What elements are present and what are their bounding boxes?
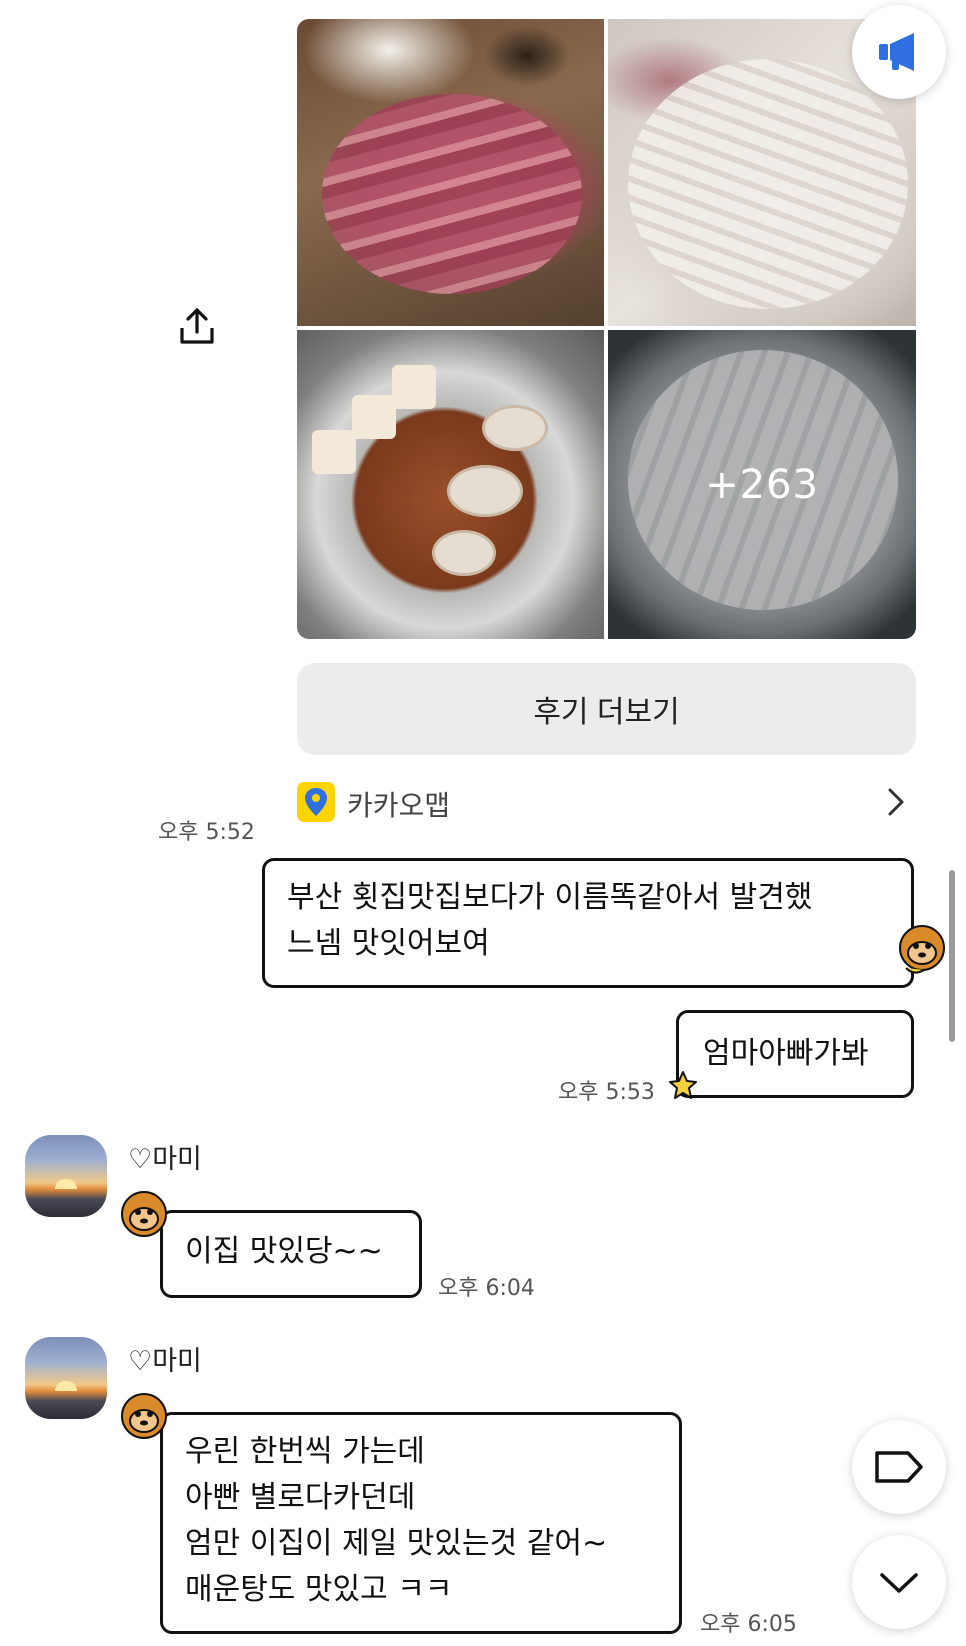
- message-text-line: 아빤 별로다카던데: [185, 1480, 416, 1515]
- more-photos-count: +263: [705, 461, 819, 508]
- message-bubble-sent[interactable]: 엄마아빠가봐: [676, 1010, 914, 1098]
- review-photo-grid[interactable]: +263: [297, 19, 916, 639]
- chevron-down-icon: [880, 1573, 918, 1593]
- message-bubble-sent[interactable]: 부산 횟집맛집보다가 이름똑같아서 발견했 느넴 맛잇어보여: [262, 858, 914, 988]
- monkey-sticker-icon: [121, 1191, 167, 1237]
- monkey-sticker-icon: [899, 925, 945, 974]
- message-text-line: 우린 한번씩 가는데: [185, 1434, 425, 1469]
- message-bubble-received[interactable]: 우린 한번씩 가는데 아빤 별로다카던데 엄만 이집이 제일 맛있는것 같어~ …: [160, 1412, 682, 1634]
- message-text: 엄마아빠가봐: [703, 1036, 869, 1071]
- message-text-line: 부산 횟집맛집보다가 이름똑같아서 발견했: [287, 880, 813, 915]
- photo-sashimi-red[interactable]: [297, 19, 604, 326]
- tag-icon: [875, 1451, 923, 1483]
- map-pin-icon: [297, 782, 335, 822]
- sender-name: ♡마미: [128, 1144, 202, 1175]
- notice-button[interactable]: [852, 5, 946, 99]
- kakao-map-link[interactable]: 카카오맵: [297, 780, 916, 826]
- message-time: 오후 5:53: [558, 1080, 655, 1105]
- message-text-line: 느넴 맛잇어보여: [287, 926, 490, 961]
- avatar[interactable]: [25, 1135, 107, 1217]
- review-more-button[interactable]: 후기 더보기: [297, 663, 916, 755]
- photo-more[interactable]: +263: [608, 330, 916, 639]
- message-time: 오후 6:05: [700, 1612, 797, 1637]
- message-text: 이집 맛있당~~: [185, 1234, 383, 1269]
- message-time: 오후 5:52: [158, 820, 255, 845]
- star-sticker-icon: [669, 1071, 697, 1099]
- message-text-line: 매운탕도 맛있고 ㅋㅋ: [185, 1572, 453, 1607]
- chevron-right-icon: [888, 788, 904, 816]
- share-icon[interactable]: [178, 306, 216, 346]
- sender-name: ♡마미: [128, 1346, 202, 1377]
- megaphone-icon: [879, 33, 914, 71]
- message-bubble-received[interactable]: 이집 맛있당~~: [160, 1210, 422, 1298]
- scrollbar[interactable]: [949, 870, 955, 1042]
- message-time: 오후 6:04: [438, 1276, 535, 1301]
- message-text-line: 엄만 이집이 제일 맛있는것 같어~: [185, 1526, 608, 1561]
- scroll-down-button[interactable]: [852, 1535, 946, 1629]
- monkey-sticker-icon: [121, 1393, 167, 1439]
- avatar[interactable]: [25, 1337, 107, 1419]
- tag-button[interactable]: [852, 1420, 946, 1514]
- map-provider-label: 카카오맵: [347, 789, 451, 822]
- photo-spicy-fish-stew[interactable]: [297, 330, 604, 639]
